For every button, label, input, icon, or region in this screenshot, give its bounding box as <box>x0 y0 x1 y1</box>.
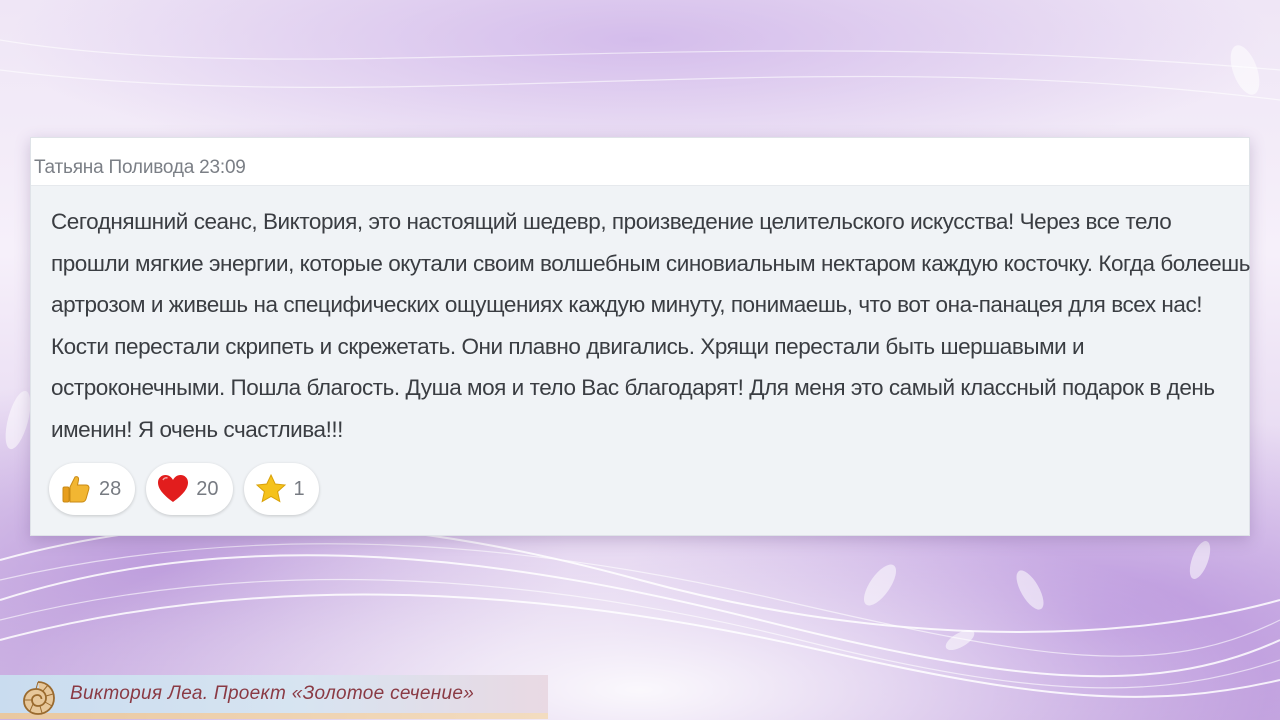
star-count: 1 <box>293 477 305 500</box>
heart-icon <box>158 475 189 502</box>
comment-meta: Татьяна Поливода 23:09 <box>34 157 246 179</box>
reactions-bar: 28 20 1 <box>49 463 330 515</box>
comment-time: 23:09 <box>199 157 246 178</box>
reaction-star-button[interactable]: 1 <box>243 463 319 515</box>
comment-header: Татьяна Поливода 23:09 <box>31 138 1249 186</box>
nautilus-shell-icon <box>23 681 55 715</box>
comment-card: Татьяна Поливода 23:09 Сегодняшний сеанс,… <box>30 137 1250 536</box>
comment-text: Сегодняшний сеанс, Виктория, это настоящ… <box>51 209 1251 442</box>
like-count: 28 <box>99 477 122 500</box>
footer-caption: Виктория Леа. Проект «Золотое сечение» <box>70 683 475 704</box>
author-name[interactable]: Татьяна Поливода <box>34 157 194 178</box>
reaction-like-button[interactable]: 28 <box>49 463 136 515</box>
thumbs-up-icon <box>62 476 90 503</box>
heart-count: 20 <box>196 477 219 500</box>
star-icon <box>255 473 286 503</box>
reaction-heart-button[interactable]: 20 <box>146 463 233 515</box>
